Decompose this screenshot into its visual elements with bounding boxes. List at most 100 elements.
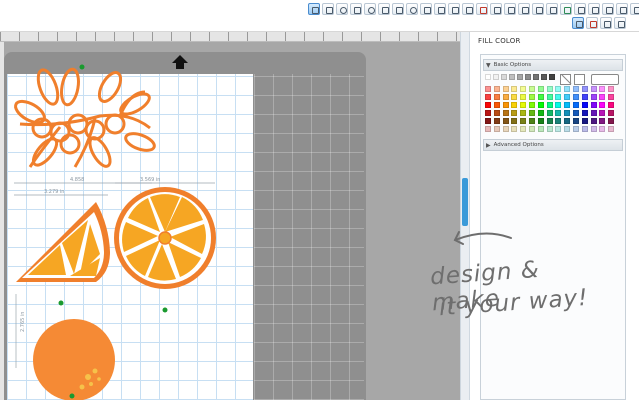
color-swatch[interactable]	[493, 74, 499, 80]
orange-slice-shape[interactable]	[16, 202, 110, 282]
color-swatch[interactable]	[590, 118, 597, 124]
color-swatch[interactable]	[537, 86, 544, 92]
rect-tool-icon[interactable]	[322, 3, 334, 15]
zoom-tool-icon[interactable]	[616, 3, 628, 15]
color-swatch[interactable]	[511, 102, 518, 108]
color-swatch[interactable]	[485, 74, 491, 80]
group-tool-icon[interactable]	[532, 3, 544, 15]
color-swatch[interactable]	[520, 126, 527, 132]
select-tool-icon[interactable]	[308, 3, 320, 15]
color-swatch[interactable]	[511, 118, 518, 124]
color-swatch[interactable]	[485, 102, 491, 108]
eraser-tool-icon[interactable]	[476, 3, 488, 15]
color-swatch[interactable]	[599, 126, 606, 132]
color-swatch[interactable]	[501, 74, 507, 80]
text-tool-icon[interactable]	[392, 3, 404, 15]
align-tool-icon[interactable]	[560, 3, 572, 15]
color-swatch[interactable]	[599, 102, 606, 108]
color-swatch[interactable]	[511, 126, 518, 132]
eyedropper-icon[interactable]	[574, 74, 585, 85]
color-swatch[interactable]	[546, 94, 553, 100]
color-swatch[interactable]	[533, 74, 539, 80]
color-swatch[interactable]	[485, 118, 491, 124]
draw-tool-icon[interactable]	[406, 3, 418, 15]
color-swatch[interactable]	[555, 102, 562, 108]
color-swatch[interactable]	[529, 126, 535, 132]
color-swatch[interactable]	[564, 118, 571, 124]
color-swatch[interactable]	[555, 86, 562, 92]
pan-tool-icon[interactable]	[630, 3, 639, 15]
color-swatch[interactable]	[520, 94, 527, 100]
intersect-tool-icon[interactable]	[518, 3, 530, 15]
color-swatch[interactable]	[485, 86, 491, 92]
color-swatch[interactable]	[502, 110, 509, 116]
no-fill-swatch[interactable]	[560, 74, 571, 85]
color-swatch[interactable]	[573, 110, 579, 116]
color-swatch[interactable]	[485, 110, 491, 116]
send-icon[interactable]	[600, 17, 612, 29]
color-swatch[interactable]	[520, 118, 527, 124]
polygon-tool-icon[interactable]	[350, 3, 362, 15]
knife-tool-icon[interactable]	[378, 3, 390, 15]
whole-orange-shape[interactable]	[33, 300, 115, 400]
color-swatch[interactable]	[573, 102, 579, 108]
color-swatch[interactable]	[493, 110, 500, 116]
color-swatch[interactable]	[608, 94, 615, 100]
color-swatch[interactable]	[520, 110, 527, 116]
color-swatch[interactable]	[502, 94, 509, 100]
color-swatch[interactable]	[502, 102, 509, 108]
color-swatch[interactable]	[581, 102, 588, 108]
color-swatch[interactable]	[581, 110, 588, 116]
curve-tool-icon[interactable]	[434, 3, 446, 15]
color-palette[interactable]	[485, 74, 621, 134]
design-icon[interactable]	[586, 17, 598, 29]
color-swatch[interactable]	[590, 86, 597, 92]
color-swatch[interactable]	[529, 86, 535, 92]
color-swatch[interactable]	[529, 110, 535, 116]
color-swatch[interactable]	[608, 110, 615, 116]
basic-options-header[interactable]: ▼ Basic Options	[483, 59, 623, 71]
color-swatch[interactable]	[502, 126, 509, 132]
color-swatch[interactable]	[485, 126, 491, 132]
color-swatch[interactable]	[555, 94, 562, 100]
mirror-tool-icon[interactable]	[602, 3, 614, 15]
color-swatch[interactable]	[546, 102, 553, 108]
color-swatch[interactable]	[599, 94, 606, 100]
color-swatch[interactable]	[573, 94, 579, 100]
color-swatch[interactable]	[608, 126, 615, 132]
color-swatch[interactable]	[599, 118, 606, 124]
color-swatch[interactable]	[608, 118, 615, 124]
duplicate-tool-icon[interactable]	[588, 3, 600, 15]
color-swatch[interactable]	[608, 86, 615, 92]
color-swatch[interactable]	[599, 110, 606, 116]
color-swatch[interactable]	[573, 118, 579, 124]
color-swatch[interactable]	[581, 94, 588, 100]
color-swatch[interactable]	[549, 74, 555, 80]
berry-branch-shape[interactable]	[12, 67, 156, 169]
color-swatch[interactable]	[537, 94, 544, 100]
color-swatch[interactable]	[502, 118, 509, 124]
lines-tool-icon[interactable]	[448, 3, 460, 15]
color-swatch[interactable]	[555, 118, 562, 124]
color-swatch[interactable]	[511, 94, 518, 100]
color-swatch[interactable]	[590, 126, 597, 132]
color-swatch[interactable]	[493, 118, 500, 124]
color-swatch[interactable]	[564, 102, 571, 108]
color-swatch[interactable]	[581, 118, 588, 124]
color-swatch[interactable]	[564, 126, 571, 132]
color-swatch[interactable]	[529, 102, 535, 108]
page-setup-icon[interactable]	[572, 17, 584, 29]
color-swatch[interactable]	[599, 86, 606, 92]
color-swatch[interactable]	[555, 110, 562, 116]
color-swatch[interactable]	[590, 102, 597, 108]
color-swatch[interactable]	[573, 126, 579, 132]
color-swatch[interactable]	[590, 94, 597, 100]
color-swatch[interactable]	[520, 102, 527, 108]
color-swatch[interactable]	[546, 86, 553, 92]
color-swatch[interactable]	[581, 126, 588, 132]
sketch-tool-icon[interactable]	[420, 3, 432, 15]
color-swatch[interactable]	[509, 74, 515, 80]
color-swatch[interactable]	[537, 118, 544, 124]
color-swatch[interactable]	[493, 86, 500, 92]
store-icon[interactable]	[614, 17, 626, 29]
